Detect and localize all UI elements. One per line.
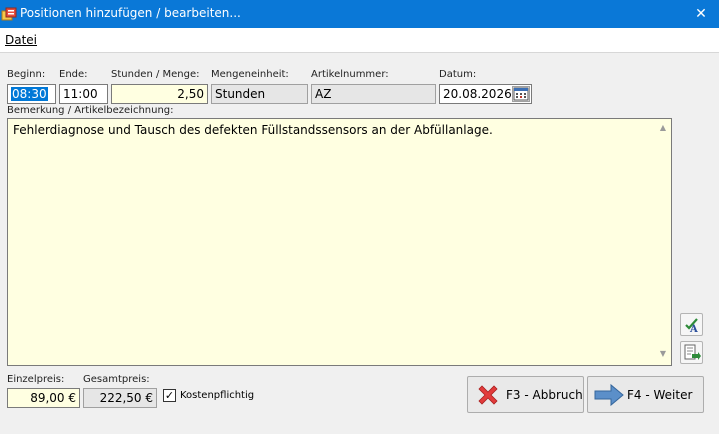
close-icon[interactable]: ✕ [690, 3, 712, 25]
calendar-icon [513, 87, 529, 101]
datum-label: Datum: [439, 69, 477, 80]
gesamtpreis-field: 222,50 € [83, 388, 157, 408]
artikelnummer-label: Artikelnummer: [311, 69, 389, 80]
blue-arrow-icon [594, 383, 624, 407]
ende-input[interactable]: 11:00 [59, 84, 108, 104]
abbruch-button[interactable]: F3 - Abbruch [467, 376, 584, 413]
bemerkung-textarea[interactable]: Fehlerdiagnose und Tausch des defekten F… [7, 118, 672, 366]
stunden-label: Stunden / Menge: [111, 69, 200, 80]
insert-text-icon [684, 344, 701, 360]
red-x-icon [478, 385, 498, 405]
beginn-input[interactable]: 08:30 [7, 84, 56, 104]
abbruch-label: F3 - Abbruch [506, 388, 583, 402]
calendar-button[interactable] [512, 86, 530, 102]
scroll-down-icon[interactable]: ▼ [656, 349, 670, 361]
mengeneinheit-field: Stunden [211, 84, 308, 104]
spellcheck-icon: A [685, 318, 698, 335]
artikelnummer-field: AZ [311, 84, 436, 104]
kostenpflichtig-label: Kostenpflichtig [180, 390, 255, 401]
weiter-button[interactable]: F4 - Weiter [587, 376, 704, 413]
einzelpreis-input[interactable]: 89,00 € [7, 388, 80, 408]
spellcheck-button[interactable]: A [680, 313, 703, 336]
ende-label: Ende: [59, 69, 88, 80]
mengeneinheit-label: Mengeneinheit: [211, 69, 289, 80]
gesamtpreis-label: Gesamtpreis: [83, 374, 150, 385]
bemerkung-text: Fehlerdiagnose und Tausch des defekten F… [13, 123, 493, 137]
app-icon [1, 7, 17, 21]
beginn-value: 08:30 [11, 87, 48, 101]
window-title: Positionen hinzufügen / bearbeiten... [20, 6, 241, 20]
kostenpflichtig-checkbox[interactable]: ✓ [163, 389, 176, 402]
svg-text:A: A [689, 324, 698, 335]
weiter-label: F4 - Weiter [627, 388, 693, 402]
menu-bar: Datei [0, 28, 719, 52]
beginn-label: Beginn: [7, 69, 46, 80]
bemerkung-label: Bemerkung / Artikelbezeichnung: [7, 105, 174, 116]
scroll-up-icon[interactable]: ▲ [656, 123, 670, 135]
insert-text-button[interactable] [680, 341, 703, 364]
einzelpreis-label: Einzelpreis: [7, 374, 65, 385]
stunden-input[interactable]: 2,50 [111, 84, 208, 104]
menu-datei-label: Datei [5, 33, 38, 47]
title-bar: Positionen hinzufügen / bearbeiten... ✕ [0, 0, 719, 28]
datum-value: 20.08.2026 [443, 87, 512, 101]
menu-datei[interactable]: Datei [5, 33, 37, 47]
